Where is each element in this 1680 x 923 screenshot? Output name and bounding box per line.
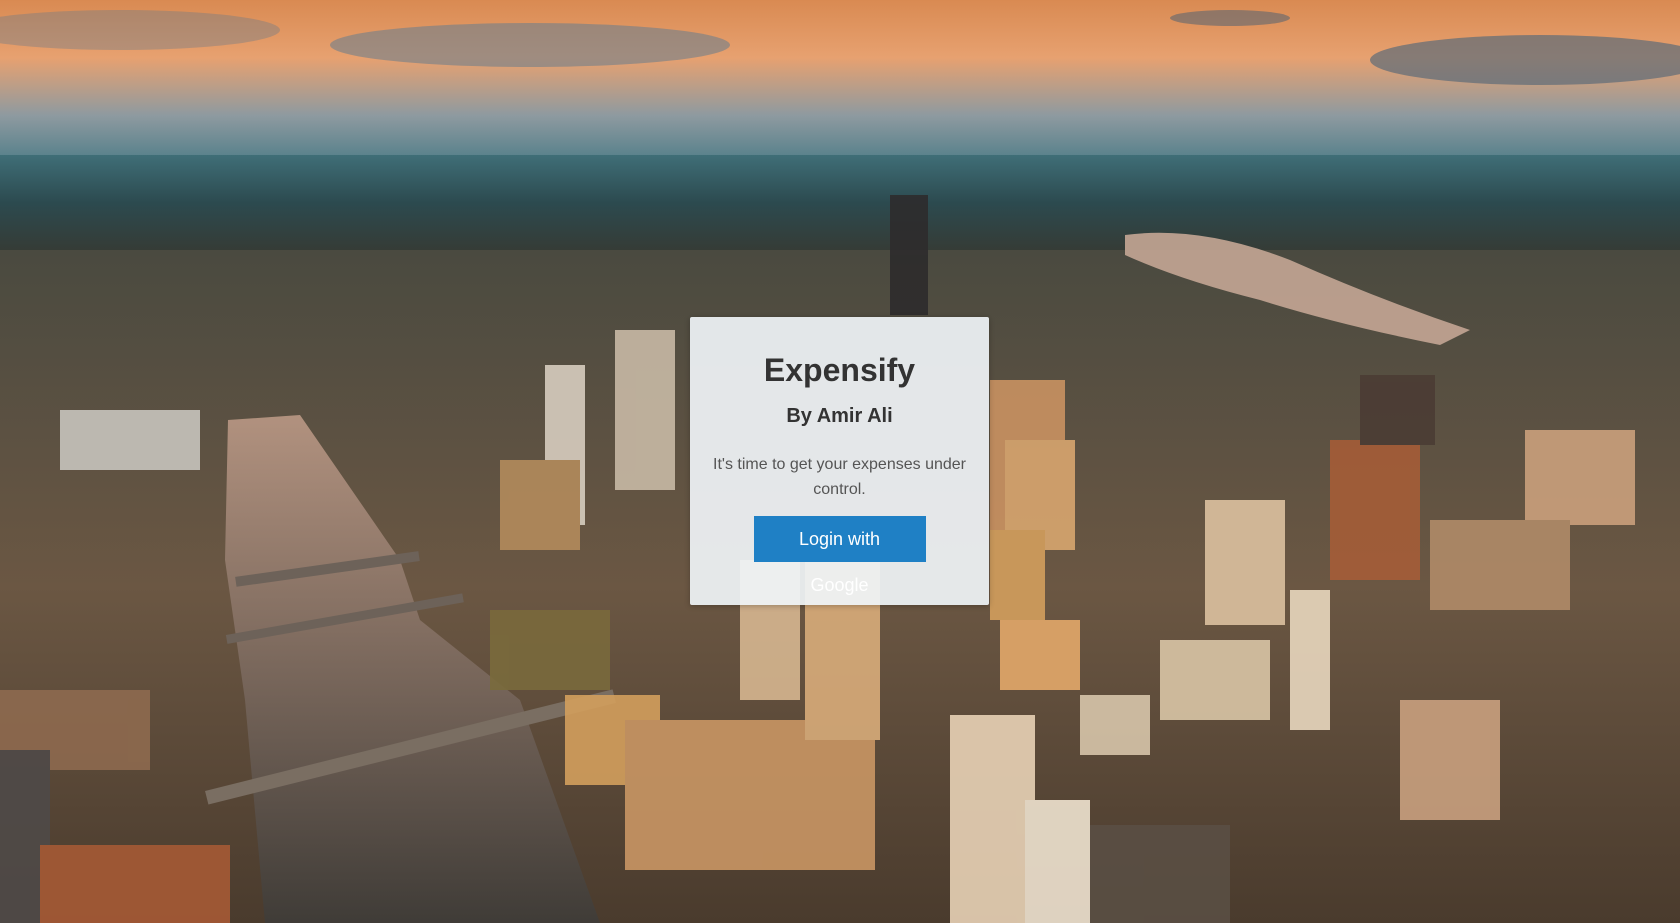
login-card: Expensify By Amir Ali It's time to get y…: [690, 317, 989, 605]
login-with-google-button[interactable]: Login with Google: [753, 516, 926, 595]
app-tagline: It's time to get your expenses under con…: [713, 456, 966, 498]
app-title: Expensify: [763, 352, 916, 388]
app-author: By Amir Ali: [786, 405, 893, 427]
login-page: Expensify By Amir Ali It's time to get y…: [0, 0, 1680, 923]
